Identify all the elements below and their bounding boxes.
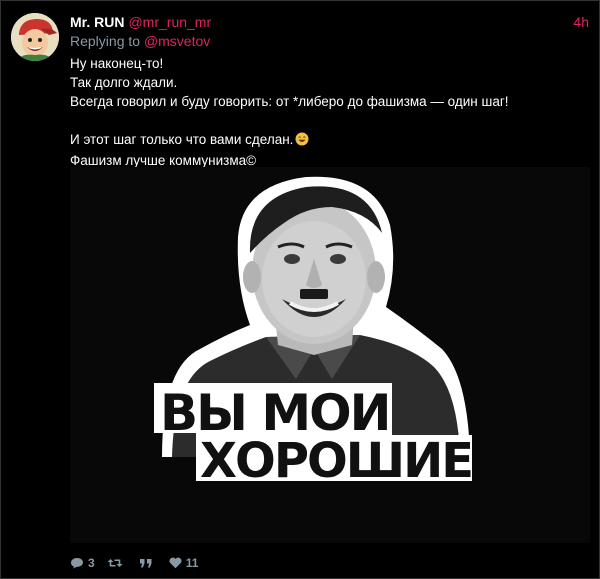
replying-to: Replying to @msvetov <box>70 32 210 50</box>
reply-button[interactable]: 3 <box>70 556 95 570</box>
replying-to-handle[interactable]: @msvetov <box>144 33 210 49</box>
retweet-button[interactable] <box>107 557 127 569</box>
tweet-text: Ну наконец-то! Так долго ждали. Всегда г… <box>70 54 590 170</box>
heart-icon <box>169 557 182 569</box>
replying-to-label: Replying to <box>70 33 141 49</box>
quote-icon <box>139 559 152 568</box>
avatar-cartoon-image <box>11 13 59 61</box>
like-button[interactable]: 11 <box>169 556 199 570</box>
tweet-text-line: Всегда говорил и буду говорить: от *либе… <box>70 94 509 109</box>
sticker-text-line2: ХОРОШИЕ <box>200 433 472 489</box>
reply-icon <box>71 558 83 569</box>
tweet-header: Mr. RUN @mr_run_mr <box>70 13 211 31</box>
tweet-text-line: Ну наконец-то! <box>70 56 164 71</box>
sticker-image: ВЫ МОИ ХОРОШИЕ <box>154 176 474 489</box>
tweet-image[interactable]: ВЫ МОИ ХОРОШИЕ <box>70 167 590 543</box>
like-count: 11 <box>185 556 199 570</box>
retweet-icon <box>107 559 123 567</box>
author-name[interactable]: Mr. RUN <box>70 14 124 30</box>
laughing-with-tears-icon <box>295 132 309 151</box>
tweet-card: Mr. RUN @mr_run_mr 4h Replying to @msveto… <box>0 0 600 579</box>
tweet-actions: 3 11 <box>70 554 210 572</box>
author-handle[interactable]: @mr_run_mr <box>128 14 211 30</box>
reply-count: 3 <box>88 556 95 570</box>
tweet-text-line-with-emoji: И этот шаг только что вами сделан. <box>70 130 590 151</box>
tweet-timestamp[interactable]: 4h <box>573 13 589 31</box>
avatar[interactable] <box>11 13 59 61</box>
tweet-text-line: Так долго ждали. <box>70 75 178 90</box>
quote-button[interactable] <box>139 557 157 569</box>
tweet-text-line: И этот шаг только что вами сделан. <box>70 132 294 147</box>
